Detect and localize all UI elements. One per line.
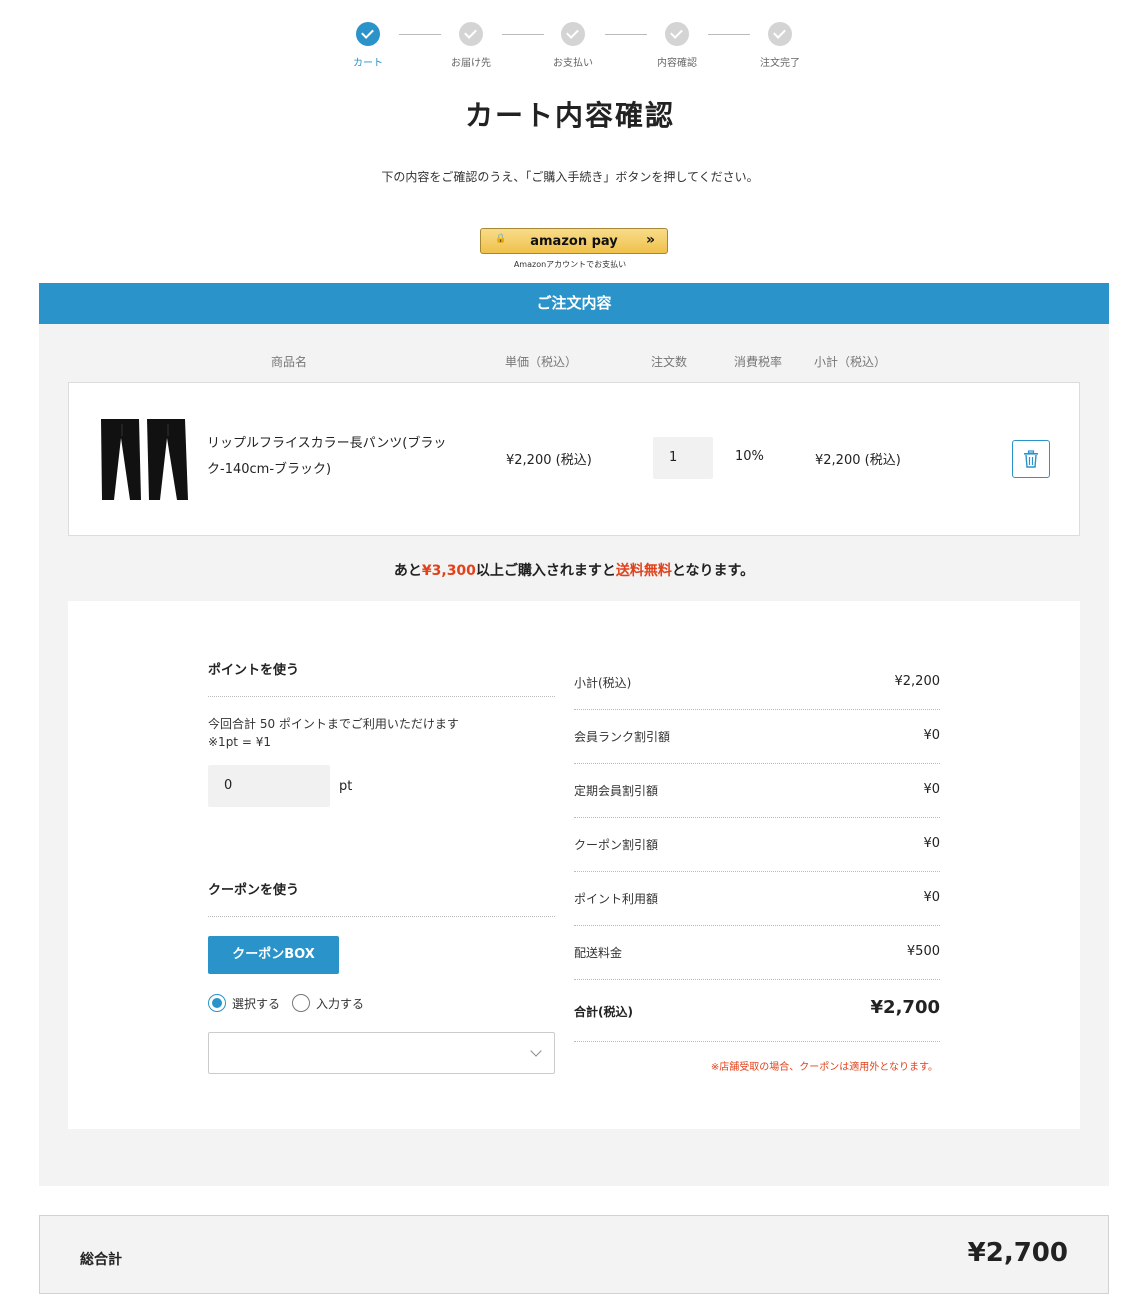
- summary-row-subscription-discount: 定期会員割引額 ¥0: [574, 782, 940, 836]
- step-confirm: 内容確認: [637, 22, 717, 69]
- step-delivery: お届け先: [431, 22, 511, 69]
- summary-row-coupon-discount: クーポン割引額 ¥0: [574, 836, 940, 890]
- summary-box: ポイントを使う 今回合計 50 ポイントまでご利用いただけます ※1pt = ¥…: [68, 601, 1080, 1129]
- summary-row-subtotal: 小計(税込) ¥2,200: [574, 674, 940, 728]
- points-input[interactable]: 0: [208, 765, 330, 807]
- coupon-note: ※店舗受取の場合、クーポンは適用外となります。: [710, 1062, 938, 1073]
- summary-row-points-used: ポイント利用額 ¥0: [574, 890, 940, 944]
- summary-row-shipping: 配送料金 ¥500: [574, 944, 940, 998]
- summary-value: ¥2,200: [894, 674, 941, 689]
- product-price: ¥2,200 (税込): [506, 453, 592, 468]
- summary-value: ¥500: [906, 944, 940, 959]
- radio-select-label[interactable]: 選択する: [232, 995, 280, 1012]
- summary-label: ポイント利用額: [574, 892, 659, 906]
- divider: [574, 817, 940, 818]
- coupon-title: クーポンを使う: [208, 883, 300, 898]
- radio-input[interactable]: [292, 994, 311, 1012]
- step-label: 注文完了: [760, 58, 800, 69]
- summary-row-total: 合計(税込) ¥2,700: [574, 997, 940, 1051]
- grand-total-label: 総合計: [80, 1252, 122, 1268]
- order-column-headers: 商品名 単価（税込） 注文数 消費税率 小計（税込）: [39, 353, 1109, 373]
- summary-label: 会員ランク割引額: [574, 730, 671, 744]
- step-payment: お支払い: [533, 22, 613, 69]
- divider: [208, 696, 555, 697]
- quantity-input[interactable]: 1: [653, 437, 713, 479]
- divider: [574, 979, 940, 980]
- amazon-pay-label: amazon pay: [530, 233, 618, 249]
- column-tax: 消費税率: [734, 355, 783, 369]
- column-qty: 注文数: [651, 355, 688, 369]
- divider: [208, 916, 555, 917]
- summary-row-rank-discount: 会員ランク割引額 ¥0: [574, 728, 940, 782]
- column-name: 商品名: [271, 355, 308, 369]
- points-desc-line2: ※1pt = ¥1: [208, 735, 271, 749]
- points-title: ポイントを使う: [208, 663, 300, 678]
- amazon-pay-button[interactable]: 🔒 amazon pay »: [480, 228, 668, 254]
- order-header: ご注文内容: [39, 283, 1109, 324]
- check-icon: [356, 22, 380, 46]
- divider: [574, 1041, 940, 1042]
- cart-item-row: リップルフライスカラー長パンツ(ブラック-140cm-ブラック) ¥2,200 …: [68, 382, 1080, 536]
- product-image[interactable]: [99, 416, 191, 502]
- amazon-pay-sublabel: Amazonアカウントでお支払い: [513, 260, 627, 269]
- summary-label: 配送料金: [574, 946, 623, 960]
- order-section: ご注文内容 商品名 単価（税込） 注文数 消費税率 小計（税込） リップルフライ…: [39, 283, 1109, 1186]
- free-shipping-prefix: あと: [393, 563, 422, 579]
- check-icon: [459, 22, 483, 46]
- coupon-select[interactable]: [208, 1032, 555, 1074]
- check-icon: [665, 22, 689, 46]
- summary-label: 定期会員割引額: [574, 784, 659, 798]
- summary-label: 小計(税込): [574, 676, 632, 690]
- summary-total-value: ¥2,700: [870, 997, 940, 1018]
- free-shipping-suffix: となります。: [671, 563, 755, 579]
- summary-total-label: 合計(税込): [574, 1005, 633, 1019]
- grand-total-box: 総合計 ¥2,700: [39, 1215, 1109, 1294]
- radio-input-label[interactable]: 入力する: [316, 995, 364, 1012]
- free-shipping-notice: あと¥3,300以上ご購入されますと送料無料となります。: [39, 560, 1109, 580]
- trash-icon: [1024, 450, 1038, 468]
- radio-select[interactable]: [208, 994, 226, 1012]
- summary-value: ¥0: [923, 782, 940, 797]
- page-title: カート内容確認: [464, 99, 675, 132]
- divider: [574, 871, 940, 872]
- lock-icon: 🔒: [495, 234, 507, 244]
- divider: [574, 709, 940, 710]
- step-label: お支払い: [553, 58, 593, 69]
- points-desc-line1: 今回合計 50 ポイントまでご利用いただけます: [208, 717, 459, 731]
- step-label: 内容確認: [657, 58, 697, 69]
- points-unit: pt: [339, 779, 353, 794]
- step-label: お届け先: [451, 58, 491, 69]
- points-description: 今回合計 50 ポイントまでご利用いただけます ※1pt = ¥1: [208, 715, 459, 751]
- summary-value: ¥0: [923, 836, 940, 851]
- summary-value: ¥0: [923, 728, 940, 743]
- free-shipping-middle: 以上ご購入されますと: [475, 563, 616, 579]
- step-cart: カート: [328, 22, 408, 69]
- free-shipping-highlight: 送料無料: [615, 563, 672, 579]
- divider: [574, 925, 940, 926]
- divider: [574, 763, 940, 764]
- summary-value: ¥0: [923, 890, 940, 905]
- grand-total-value: ¥2,700: [967, 1238, 1068, 1268]
- delete-item-button[interactable]: [1012, 440, 1050, 478]
- page-description: 下の内容をご確認のうえ、「ご購入手続き」ボタンを押してください。: [381, 170, 759, 184]
- coupon-mode-radio-group: 選択する 入力する: [208, 994, 376, 1012]
- column-price: 単価（税込）: [505, 355, 578, 369]
- checkout-stepper: カート お届け先 お支払い 内容確認 注文完了: [0, 22, 1140, 72]
- summary-label: クーポン割引額: [574, 838, 659, 852]
- double-chevron-right-icon: »: [645, 232, 655, 248]
- item-subtotal: ¥2,200 (税込): [815, 453, 901, 468]
- check-icon: [561, 22, 585, 46]
- step-label: カート: [353, 58, 383, 69]
- column-subtotal: 小計（税込）: [814, 355, 887, 369]
- tax-rate: 10%: [735, 449, 764, 464]
- check-icon: [768, 22, 792, 46]
- step-complete: 注文完了: [740, 22, 820, 69]
- free-shipping-amount: ¥3,300: [421, 563, 476, 579]
- chevron-down-icon: [530, 1045, 542, 1057]
- product-name[interactable]: リップルフライスカラー長パンツ(ブラック-140cm-ブラック): [207, 431, 477, 483]
- coupon-box-button[interactable]: クーポンBOX: [208, 936, 339, 974]
